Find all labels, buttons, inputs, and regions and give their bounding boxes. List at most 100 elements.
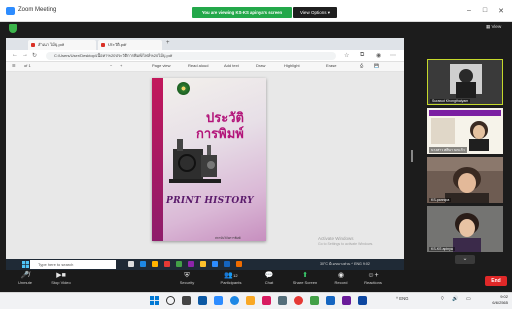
activate-windows-watermark: Activate Windows <box>318 236 354 241</box>
task-view-icon[interactable] <box>182 296 191 305</box>
end-meeting-button[interactable]: End <box>485 276 507 286</box>
app-icon[interactable] <box>176 261 182 267</box>
host-clock[interactable]: 9:02 6/6/2565 <box>484 294 508 305</box>
edge-icon[interactable] <box>140 261 146 267</box>
add-text-button[interactable]: Add text <box>224 63 239 68</box>
maximize-icon[interactable]: □ <box>480 7 490 14</box>
stop-video-button[interactable]: ▶■ Stop Video <box>44 271 78 286</box>
zoom-app-icon[interactable] <box>212 261 218 267</box>
cover-title-english: PRINT HISTORY <box>166 196 254 206</box>
profile-icon[interactable]: ◉ <box>376 52 381 59</box>
security-button[interactable]: ⛨ Security <box>170 271 204 286</box>
collections-icon[interactable]: ⧉ <box>360 52 364 59</box>
share-icon: ⬆ <box>302 272 308 279</box>
powerpoint-icon[interactable] <box>236 261 242 267</box>
volume-icon[interactable]: 🔊 <box>452 296 458 302</box>
favorites-icon[interactable]: ☆ <box>344 52 349 59</box>
cover-author: สถาบันวิจัยการพิมพ์ <box>215 236 241 240</box>
participant-tile[interactable]: Surawut Khongthaiyam <box>427 59 503 105</box>
view-layout-button[interactable]: ▦ View <box>486 24 501 30</box>
university-seal-icon <box>177 82 190 95</box>
people-icon: 👥12 <box>224 272 238 279</box>
app-icon[interactable] <box>342 296 351 305</box>
more-icon[interactable]: ⋯ <box>390 52 396 59</box>
tab-label: สำเนา ไม้บุ.pdf <box>38 42 65 47</box>
chat-icon: 💬 <box>264 272 274 279</box>
word-icon[interactable] <box>224 261 230 267</box>
page-view-button[interactable]: Page view <box>152 63 170 68</box>
view-options-button[interactable]: View Options ▾ <box>293 7 337 18</box>
edge-icon[interactable] <box>230 296 239 305</box>
zoom-app-icon[interactable] <box>214 296 223 305</box>
browser-tab[interactable]: สำเนา ไม้บุ.pdf <box>28 40 96 50</box>
widgets-icon[interactable] <box>198 296 207 305</box>
mic-muted-icon: 🎤̸ <box>20 272 30 279</box>
back-icon[interactable]: ← <box>12 52 18 58</box>
file-explorer-icon[interactable] <box>246 296 255 305</box>
share-screen-button[interactable]: ⬆ Share Screen <box>288 271 322 286</box>
file-explorer-icon[interactable] <box>152 261 158 267</box>
scroll-down-icon[interactable]: ⌄ <box>455 255 475 264</box>
participants-button[interactable]: 👥12 Participants <box>214 271 248 286</box>
panel-resize-handle[interactable] <box>411 150 413 162</box>
screen-share-banner: You are viewing KS-KS apinya's screen <box>192 7 292 18</box>
line-icon[interactable] <box>310 296 319 305</box>
record-button[interactable]: ◉ Record <box>324 271 358 286</box>
control-label: Security <box>179 280 195 285</box>
draw-button[interactable]: Draw <box>256 63 265 68</box>
participant-name: KS-KS apinya <box>429 247 455 251</box>
pdf-icon <box>31 43 35 47</box>
windows-start-icon[interactable] <box>150 296 159 305</box>
browser-tab[interactable]: ประวัติ.pdf <box>98 40 162 50</box>
printing-press-illustration <box>169 139 221 183</box>
search-icon[interactable] <box>166 296 175 305</box>
chrome-icon[interactable] <box>294 296 303 305</box>
highlight-button[interactable]: Highlight <box>284 63 300 68</box>
wifi-icon[interactable]: ⌔ <box>440 296 445 302</box>
word-icon[interactable] <box>326 296 335 305</box>
chrome-icon[interactable] <box>200 261 206 267</box>
contents-icon[interactable]: ☰ <box>12 63 16 68</box>
app-icon[interactable] <box>262 296 271 305</box>
encryption-shield-icon[interactable] <box>9 24 17 33</box>
chat-button[interactable]: 💬 Chat <box>252 271 286 286</box>
control-label: Share Screen <box>292 280 318 285</box>
task-view-icon[interactable] <box>128 261 134 267</box>
app-icon[interactable] <box>358 296 367 305</box>
app-icon[interactable] <box>164 261 170 267</box>
close-icon[interactable]: ✕ <box>496 7 506 15</box>
participant-name: KS-pannipa <box>429 198 452 202</box>
zoom-out-icon[interactable]: − <box>110 63 112 68</box>
zoom-in-icon[interactable]: + <box>120 63 122 68</box>
unmute-button[interactable]: 🎤̸ Unmute <box>8 271 42 286</box>
participant-tile[interactable]: นางสาว ศศินา นกแก้ว <box>427 108 503 154</box>
app-icon[interactable] <box>188 261 194 267</box>
participant-tile[interactable]: KS-pannipa <box>427 157 503 203</box>
minimize-icon[interactable]: – <box>464 7 474 14</box>
view-options-label: View Options <box>300 10 327 15</box>
taskbar-search-input[interactable]: Type here to search <box>30 260 116 269</box>
window-title: Zoom Meeting <box>18 7 57 13</box>
control-label: Reactions <box>364 280 382 285</box>
save-icon[interactable]: 💾 <box>374 63 379 68</box>
zoom-logo-icon <box>6 7 15 15</box>
pdf-icon <box>101 43 105 47</box>
new-tab-icon[interactable]: + <box>166 40 170 46</box>
windows-start-icon[interactable] <box>22 261 29 268</box>
app-icon[interactable] <box>278 296 287 305</box>
battery-icon[interactable]: ▭ <box>466 296 471 302</box>
participant-count: 12 <box>233 273 238 278</box>
reactions-icon: ☺+ <box>367 272 379 279</box>
meeting-info-strip <box>0 22 512 36</box>
reactions-button[interactable]: ☺+ Reactions <box>356 271 390 286</box>
shield-icon: ⛨ <box>184 272 190 279</box>
forward-icon[interactable]: → <box>22 52 28 58</box>
refresh-icon[interactable]: ↻ <box>32 52 37 59</box>
shared-system-tray: 30°C มีเมฆบางส่วน ^ ENG 9:02 <box>320 262 370 266</box>
clock-date: 6/6/2565 <box>492 299 508 305</box>
participant-tile[interactable]: KS-KS apinya <box>427 206 503 252</box>
print-icon[interactable]: ⎙ <box>360 63 363 68</box>
url-input[interactable]: C:/Users/User/Desktop/เนื้อหา%20ประวัติก… <box>46 52 336 60</box>
erase-button[interactable]: Erase <box>326 63 336 68</box>
read-aloud-button[interactable]: Read aloud <box>188 63 208 68</box>
